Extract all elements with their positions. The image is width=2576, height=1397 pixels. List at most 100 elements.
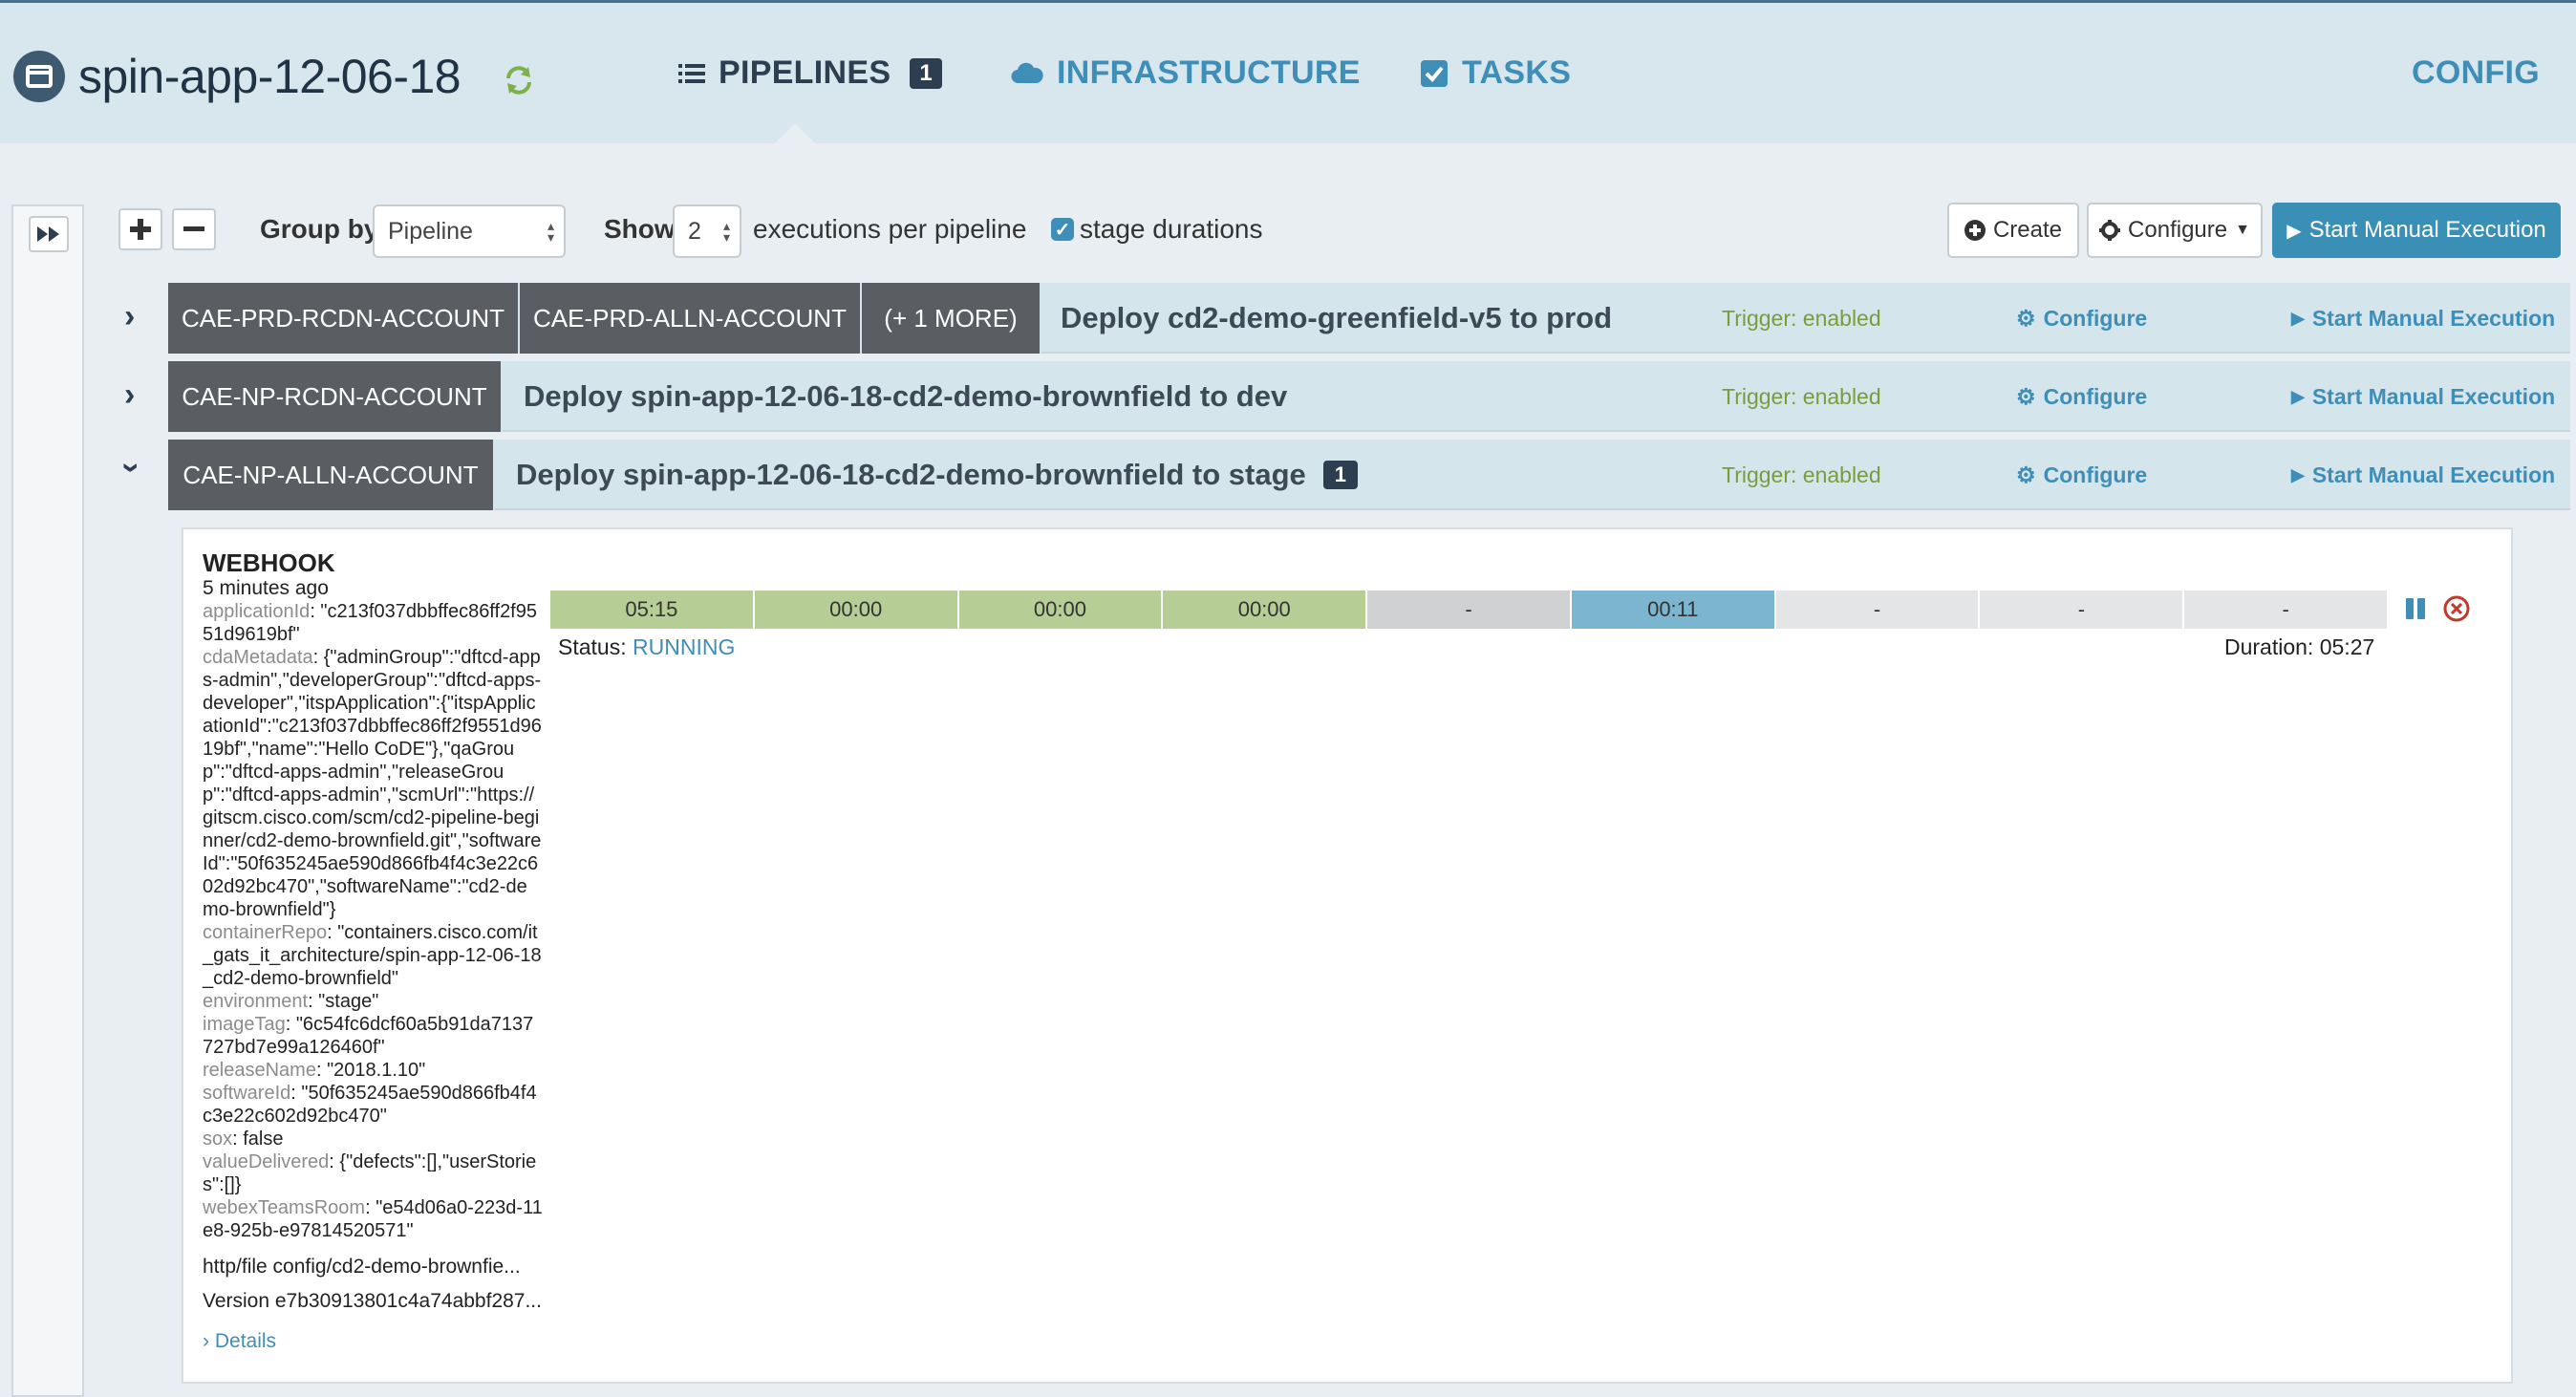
account-tag: CAE-NP-ALLN-ACCOUNT [168, 440, 495, 510]
configure-link-label: Configure [2043, 383, 2148, 409]
status-label: Status: [558, 634, 627, 659]
param-cda-metadata: cdaMetadata: {"adminGroup":"dftcd-apps-a… [203, 647, 542, 920]
play-icon: ▶ [2286, 220, 2302, 242]
trigger-status: Trigger: enabled [1722, 383, 1881, 409]
param-release-name: releaseName: "2018.1.10" [203, 1060, 426, 1081]
trigger-status: Trigger: enabled [1722, 305, 1881, 331]
expand-all-button[interactable] [118, 208, 162, 250]
active-tab-indicator [770, 123, 820, 148]
account-tag: CAE-PRD-ALLN-ACCOUNT [520, 283, 862, 354]
param-value-delivered: valueDelivered: {"defects":[],"userStori… [203, 1151, 537, 1195]
stage-segment[interactable]: 00:11 [1571, 591, 1776, 629]
executions-count-value: 2 [688, 217, 701, 245]
checkbox-icon [1421, 59, 1448, 87]
select-arrows-icon: ▴ ▾ [722, 218, 730, 245]
create-button-label: Create [1992, 217, 2063, 243]
tab-pipelines[interactable]: PIPELINES 1 [678, 54, 942, 92]
executions-count-select[interactable]: 2 ▴ ▾ [673, 204, 741, 258]
configure-dropdown-button[interactable]: Configure ▼ [2087, 203, 2263, 258]
pipeline-name: Deploy spin-app-12-06-18-cd2-demo-brownf… [524, 379, 1288, 413]
pipeline-row[interactable]: CAE-PRD-RCDN-ACCOUNT CAE-PRD-ALLN-ACCOUN… [168, 283, 2570, 354]
param-application-id: applicationId: "c213f037dbbffec86ff2f955… [203, 601, 537, 645]
pipeline-row[interactable]: CAE-NP-RCDN-ACCOUNT Deploy spin-app-12-0… [168, 361, 2570, 432]
play-icon: ▶ [2291, 308, 2305, 328]
execution-duration: Duration: 05:27 [2224, 634, 2375, 659]
minus-icon [183, 226, 204, 231]
gear-icon: ⚙ [2016, 305, 2036, 331]
collapse-all-button[interactable] [172, 208, 216, 250]
expand-filters-button[interactable] [29, 216, 69, 252]
stage-durations-checkbox[interactable]: ✓ [1051, 218, 1074, 241]
trigger-time: 5 minutes ago [203, 577, 329, 599]
param-container-repo: containerRepo: "containers.cisco.com/it_… [203, 922, 542, 989]
cloud-icon [1011, 62, 1043, 83]
expand-pipeline-chevron-icon[interactable]: › [124, 298, 135, 335]
param-sox: sox: false [203, 1128, 284, 1150]
stage-segment[interactable]: - [1775, 591, 1981, 629]
pipeline-row[interactable]: CAE-NP-ALLN-ACCOUNT Deploy spin-app-12-0… [168, 440, 2570, 510]
select-arrows-icon: ▴ ▾ [547, 218, 554, 245]
caret-down-icon: ▼ [2235, 222, 2250, 238]
details-toggle[interactable]: › Details [203, 1330, 276, 1353]
stage-segment[interactable]: - [1980, 591, 2185, 629]
app-header: spin-app-12-06-18 PIPELINES 1 INFRASTRUC… [0, 0, 2576, 148]
pipeline-name-text: Deploy spin-app-12-06-18-cd2-demo-brownf… [516, 458, 1306, 491]
more-accounts-tag[interactable]: (+ 1 MORE) [862, 283, 1041, 354]
stage-durations-label: stage durations [1080, 214, 1263, 244]
start-manual-execution-button[interactable]: ▶ Start Manual Execution [2272, 203, 2561, 258]
stage-segment[interactable]: - [2184, 591, 2390, 629]
stage-segment[interactable]: 05:15 [550, 591, 755, 629]
start-manual-execution-link[interactable]: ▶ Start Manual Execution [2291, 361, 2555, 432]
pipelines-count-badge: 1 [910, 57, 942, 89]
start-manual-execution-label: Start Manual Execution [2308, 217, 2546, 243]
param-webex-teams-room: webexTeamsRoom: "e54d06a0-223d-11e8-925b… [203, 1197, 543, 1241]
create-button[interactable]: Create [1947, 203, 2079, 258]
configure-pipeline-link[interactable]: ⚙ Configure [2016, 440, 2147, 510]
refresh-icon[interactable] [503, 64, 535, 97]
tab-tasks-label: TASKS [1462, 54, 1572, 91]
play-icon: ▶ [2291, 464, 2305, 484]
start-manual-execution-link[interactable]: ▶ Start Manual Execution [2291, 283, 2555, 354]
pipeline-name: Deploy spin-app-12-06-18-cd2-demo-brownf… [516, 440, 1359, 510]
configure-pipeline-link[interactable]: ⚙ Configure [2016, 361, 2147, 432]
collapse-pipeline-chevron-icon[interactable]: › [113, 462, 150, 473]
group-by-select[interactable]: Pipeline ▴ ▾ [373, 204, 566, 258]
group-by-label: Group by [260, 214, 379, 244]
tab-config-label: CONFIG [2412, 54, 2541, 91]
account-tag: CAE-NP-RCDN-ACCOUNT [168, 361, 503, 432]
tab-pipelines-label: PIPELINES [719, 54, 891, 91]
stage-segment[interactable]: 00:00 [1163, 591, 1368, 629]
running-count-badge: 1 [1322, 461, 1359, 489]
configure-button-label: Configure [2128, 217, 2228, 243]
tab-config[interactable]: CONFIG [2412, 54, 2540, 92]
stage-segment[interactable]: 00:00 [754, 591, 959, 629]
stage-segment[interactable]: 00:00 [958, 591, 1164, 629]
stage-bar: 05:15 00:00 00:00 00:00 - 00:11 - - - [550, 591, 2390, 629]
stage-segment[interactable]: - [1367, 591, 1572, 629]
list-icon [678, 63, 705, 83]
account-tag: CAE-PRD-RCDN-ACCOUNT [168, 283, 520, 354]
fast-forward-icon [37, 226, 59, 242]
start-link-label: Start Manual Execution [2311, 383, 2556, 409]
pipeline-name: Deploy cd2-demo-greenfield-v5 to prod [1061, 301, 1613, 334]
gear-icon: ⚙ [2016, 462, 2036, 487]
artifact-file: http/file config/cd2-demo-brownfie... [203, 1256, 521, 1278]
status-value: RUNNING [633, 634, 736, 659]
trigger-parameters: applicationId: "c213f037dbbffec86ff2f955… [203, 600, 543, 1242]
details-label: Details [214, 1330, 277, 1352]
tab-tasks[interactable]: TASKS [1420, 54, 1571, 92]
cancel-icon[interactable] [2442, 594, 2471, 623]
start-link-label: Start Manual Execution [2311, 462, 2556, 487]
configure-link-label: Configure [2043, 305, 2148, 331]
plus-icon [130, 219, 151, 240]
plus-circle-icon [1964, 220, 1986, 241]
trigger-status: Trigger: enabled [1722, 462, 1881, 487]
expand-pipeline-chevron-icon[interactable]: › [124, 376, 135, 414]
group-by-value: Pipeline [388, 217, 473, 245]
tab-infrastructure[interactable]: INFRASTRUCTURE [1011, 54, 1361, 92]
pause-icon[interactable] [2404, 596, 2429, 621]
filters-rail [11, 204, 84, 1397]
configure-pipeline-link[interactable]: ⚙ Configure [2016, 283, 2147, 354]
start-manual-execution-link[interactable]: ▶ Start Manual Execution [2291, 440, 2555, 510]
param-software-id: softwareId: "50f635245ae590d866fb4f4c3e2… [203, 1083, 537, 1127]
